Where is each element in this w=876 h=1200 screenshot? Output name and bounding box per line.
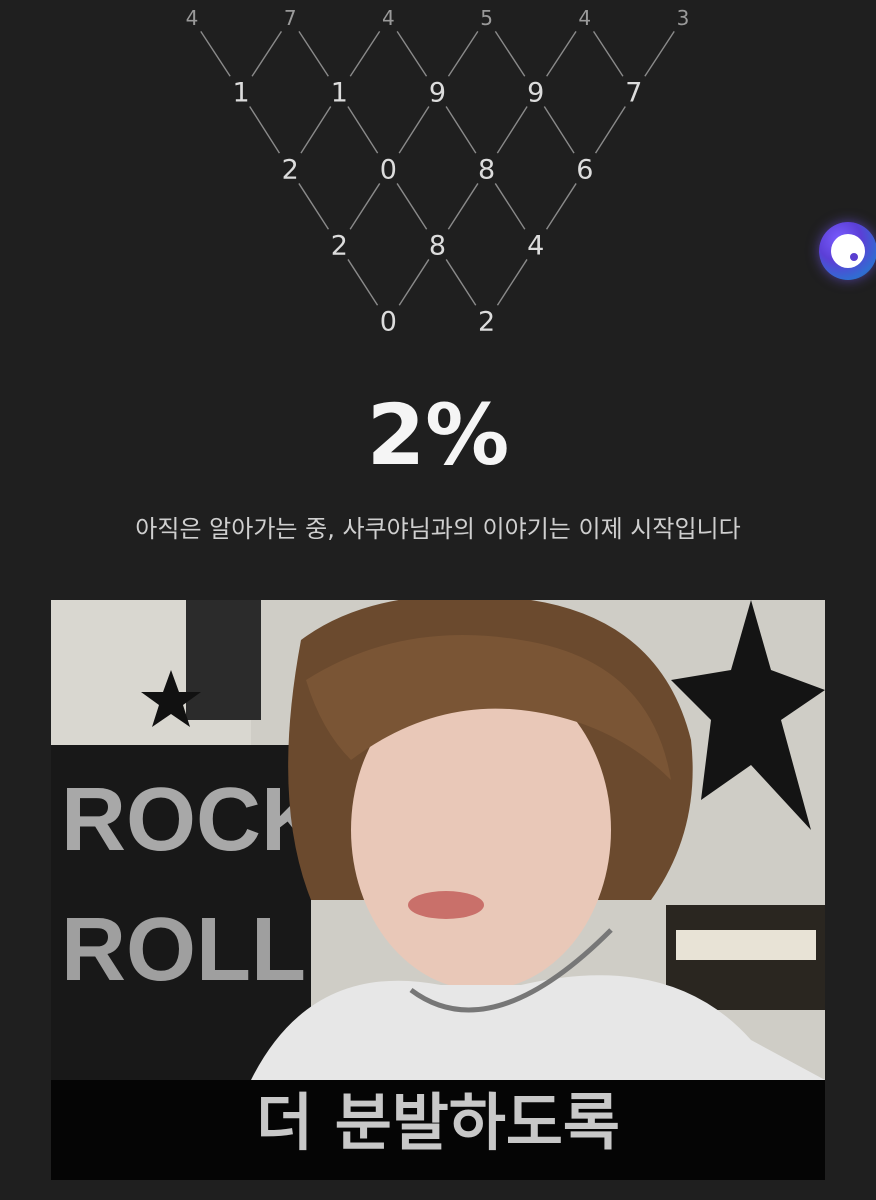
triangle-number: 4 <box>578 6 592 30</box>
triangle-connector <box>546 31 577 77</box>
triangle-connector <box>347 259 379 306</box>
triangle-connector <box>300 106 332 154</box>
triangle-connector <box>298 31 329 77</box>
triangle-number: 3 <box>676 6 690 30</box>
triangle-number: 9 <box>527 77 545 109</box>
triangle-connector <box>298 183 330 230</box>
triangle-number: 8 <box>478 154 496 186</box>
result-message: 아직은 알아가는 중, 사쿠야님과의 이야기는 이제 시작입니다 <box>135 515 741 543</box>
triangle-connector <box>494 183 526 230</box>
triangle-connector <box>349 183 381 230</box>
triangle-connector <box>396 183 428 230</box>
triangle-connector <box>447 183 479 230</box>
triangle-connector <box>447 31 479 77</box>
triangle-number: 6 <box>576 154 594 186</box>
triangle-number: 4 <box>185 6 199 30</box>
compatibility-triangle <box>200 31 675 306</box>
assistant-bubble-icon[interactable] <box>819 222 876 280</box>
triangle-connector <box>445 259 477 306</box>
svg-text:ROLL: ROLL <box>61 900 306 1000</box>
triangle-number: 2 <box>478 306 496 338</box>
triangle-number: 2 <box>330 230 348 262</box>
triangle-connector <box>496 106 528 154</box>
profile-photo: ROCK ROLL 더 분발하도록 <box>51 600 825 1180</box>
triangle-connector <box>543 106 575 154</box>
triangle-number: 1 <box>232 77 250 109</box>
triangle-connector <box>396 31 428 77</box>
triangle-connector <box>251 31 283 77</box>
triangle-number: 4 <box>382 6 395 30</box>
triangle-connector <box>496 259 528 306</box>
caption-bar: 더 분발하도록 <box>51 1080 825 1180</box>
triangle-number: 7 <box>283 6 297 30</box>
triangle-connector <box>200 31 231 77</box>
triangle-number: 7 <box>625 77 643 109</box>
triangle-number: 2 <box>281 154 299 186</box>
triangle-number: 5 <box>480 6 493 30</box>
triangle-connector <box>249 106 281 154</box>
triangle-connector <box>592 31 624 77</box>
compatibility-percent: 2% <box>366 386 510 484</box>
triangle-connector <box>349 31 381 77</box>
triangle-number: 8 <box>428 230 447 262</box>
triangle-connector <box>644 31 675 77</box>
triangle-connector <box>445 106 477 154</box>
triangle-number: 0 <box>379 306 397 338</box>
triangle-number: 1 <box>330 77 348 109</box>
triangle-number: 9 <box>428 77 447 109</box>
triangle-connector <box>545 183 577 230</box>
triangle-connector <box>347 106 379 154</box>
triangle-connector <box>494 31 526 77</box>
photo-caption: 더 분발하도록 <box>256 1086 620 1159</box>
triangle-connector <box>594 106 626 154</box>
triangle-connector <box>398 106 430 154</box>
triangle-number: 4 <box>527 230 545 262</box>
triangle-number: 0 <box>379 154 397 186</box>
svg-text:ROCK: ROCK <box>61 770 326 870</box>
triangle-connector <box>398 259 430 306</box>
